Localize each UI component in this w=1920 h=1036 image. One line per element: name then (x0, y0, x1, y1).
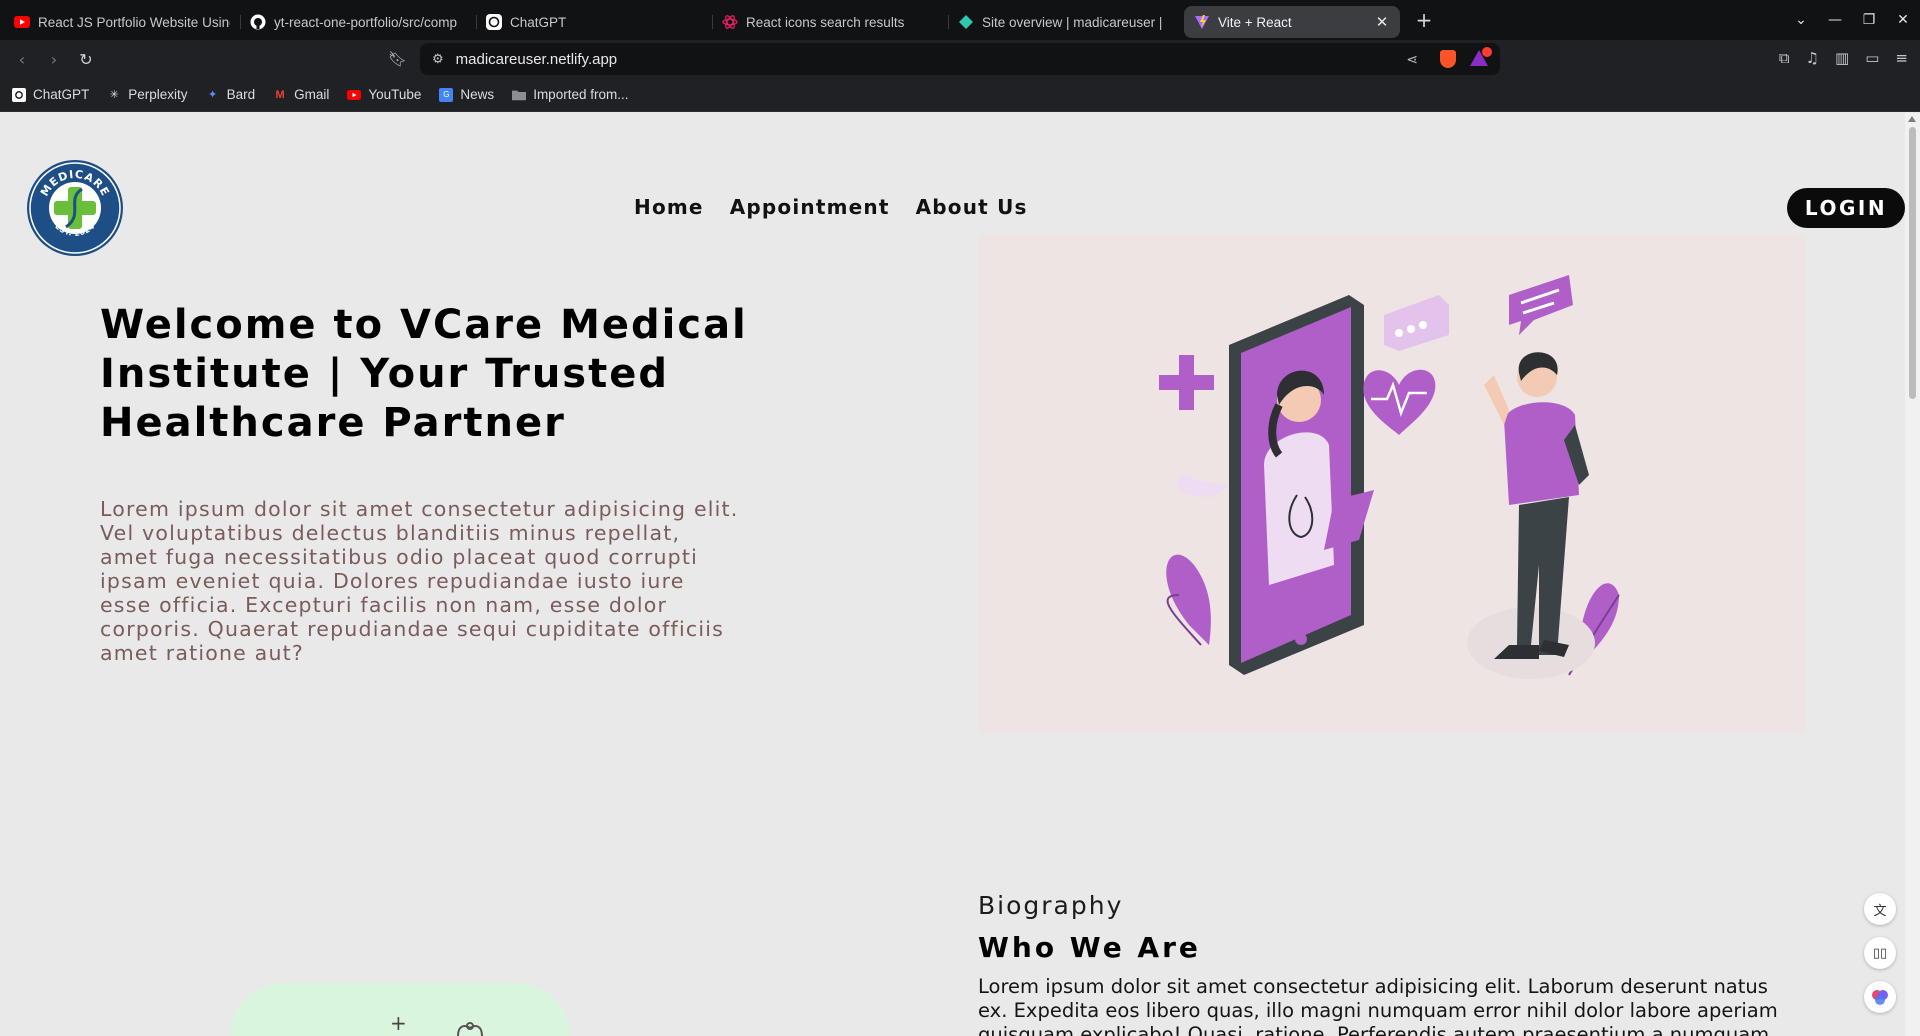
hero-title: Welcome to VCare Medical Institute | You… (100, 302, 748, 446)
page-scrollbar[interactable] (1905, 113, 1920, 1036)
bio-label: Biography (978, 891, 1124, 920)
site-info-icon[interactable]: ⚙ (432, 51, 444, 67)
news-icon: G (439, 87, 454, 102)
menu-icon[interactable]: ≡ (1895, 49, 1908, 67)
github-icon (250, 14, 266, 30)
tab-title: Vite + React (1218, 14, 1292, 30)
bookmark-perplexity[interactable]: ✳ Perplexity (107, 87, 188, 102)
tab-title: React JS Portfolio Website Using (38, 14, 230, 30)
tab-title: Site overview | madicareuser | (982, 14, 1163, 30)
gmail-icon: M (275, 88, 285, 101)
tab-title: yt-react-one-portfolio/src/comp (274, 14, 458, 30)
tab-title: React icons search results (746, 14, 905, 30)
bookmark-news[interactable]: G News (439, 87, 494, 102)
bard-icon: ✦ (207, 89, 218, 101)
back-icon[interactable]: ‹ (6, 50, 38, 69)
nav-home[interactable]: Home (634, 195, 704, 219)
floating-side-tools: 文 ▯▯ (1864, 893, 1896, 1013)
close-window-icon[interactable]: ✕ (1886, 12, 1920, 28)
extensions-icon[interactable]: ⧉ (1779, 49, 1790, 67)
minimize-icon[interactable]: — (1818, 12, 1852, 28)
bookmarks-bar: ChatGPT ✳ Perplexity ✦ Bard M Gmail YouT… (0, 78, 1920, 112)
share-icon[interactable]: ⋖ (1406, 51, 1418, 68)
bio-text: Lorem ipsum dolor sit amet consectetur a… (978, 975, 1778, 1036)
bookmark-label: News (460, 87, 495, 102)
bookmark-youtube[interactable]: YouTube (347, 87, 421, 102)
tab-4[interactable]: Site overview | madicareuser | (948, 6, 1184, 38)
bookmark-label: Imported from... (533, 87, 629, 102)
telemedicine-illustration (979, 235, 1805, 733)
netlify-icon (958, 14, 974, 30)
perplexity-icon: ✳ (109, 89, 119, 101)
address-bar[interactable]: ⚙ madicareuser.netlify.app ⋖ (420, 43, 1500, 75)
nav-appointment[interactable]: Appointment (730, 195, 890, 219)
media-icon[interactable]: ♫ (1806, 49, 1819, 67)
translate-icon[interactable]: 文 (1864, 893, 1896, 925)
bookmark-bard[interactable]: ✦ Bard (206, 87, 256, 102)
toolbar-right: ⧉ ♫ ▥ ▭ ≡ (1779, 49, 1908, 67)
bookmark-chatgpt[interactable]: ChatGPT (12, 87, 89, 102)
chatgpt-icon (12, 87, 26, 102)
bio-title: Who We Are (978, 931, 1201, 964)
tab-search-icon[interactable]: ⌄ (1784, 12, 1818, 28)
leo-ai-icon[interactable] (1864, 981, 1896, 1013)
nav-about-us[interactable]: About Us (916, 195, 1028, 219)
tab-2[interactable]: ChatGPT (476, 6, 712, 38)
bookmark-label: Gmail (294, 87, 330, 102)
notification-badge-icon (1482, 47, 1492, 57)
page-viewport: MEDICARE EST. 2024 Home Appointment Abou… (0, 113, 1905, 1036)
youtube-icon (14, 14, 30, 30)
bookmark-imported-folder[interactable]: Imported from... (512, 87, 628, 102)
hero-text: Lorem ipsum dolor sit amet consectetur a… (100, 497, 739, 665)
stethoscope-icon (452, 1020, 488, 1036)
brave-shields-icon[interactable] (1440, 50, 1456, 68)
reader-mode-icon[interactable]: ▯▯ (1864, 937, 1896, 969)
vite-icon (1194, 14, 1210, 30)
tab-0[interactable]: React JS Portfolio Website Using (4, 6, 240, 38)
bookmark-label: Bard (226, 87, 256, 102)
tab-3[interactable]: React icons search results (712, 6, 948, 38)
forward-icon[interactable]: › (38, 50, 70, 69)
scrollbar-thumb[interactable] (1909, 127, 1916, 399)
new-tab-button[interactable]: + (1410, 6, 1438, 34)
window-controls: ⌄ — ❐ ✕ (1784, 0, 1920, 40)
bookmark-icon[interactable]: 🔖︎ (388, 50, 407, 68)
folder-icon (512, 88, 527, 102)
main-nav: Home Appointment About Us (634, 195, 1028, 219)
close-tab-icon[interactable]: ✕ (1374, 13, 1390, 31)
react-icons-icon (722, 14, 738, 30)
youtube-icon (347, 88, 362, 102)
sidebar-icon[interactable]: ▥ (1835, 49, 1849, 67)
tab-strip: React JS Portfolio Website Using yt-reac… (0, 0, 1920, 40)
url-text: madicareuser.netlify.app (455, 50, 618, 68)
reload-icon[interactable]: ↻ (70, 50, 102, 69)
bookmark-label: ChatGPT (33, 87, 90, 102)
scroll-up-icon[interactable] (1908, 116, 1916, 122)
plus-icon: + (390, 1011, 407, 1035)
tab-5-active[interactable]: Vite + React ✕ (1184, 6, 1400, 38)
browser-toolbar: ‹ › ↻ 🔖︎ ⚙ madicareuser.netlify.app ⋖ ⧉ … (0, 40, 1920, 78)
chatgpt-icon (486, 14, 502, 30)
maximize-icon[interactable]: ❐ (1852, 12, 1886, 28)
wallet-icon[interactable]: ▭ (1865, 49, 1879, 67)
tab-1[interactable]: yt-react-one-portfolio/src/comp (240, 6, 476, 38)
medicare-logo[interactable]: MEDICARE EST. 2024 (26, 159, 124, 257)
bookmark-label: YouTube (368, 87, 422, 102)
tab-title: ChatGPT (510, 14, 567, 30)
bookmark-gmail[interactable]: M Gmail (273, 87, 330, 102)
login-button[interactable]: LOGIN (1787, 188, 1905, 228)
bookmark-label: Perplexity (128, 87, 188, 102)
